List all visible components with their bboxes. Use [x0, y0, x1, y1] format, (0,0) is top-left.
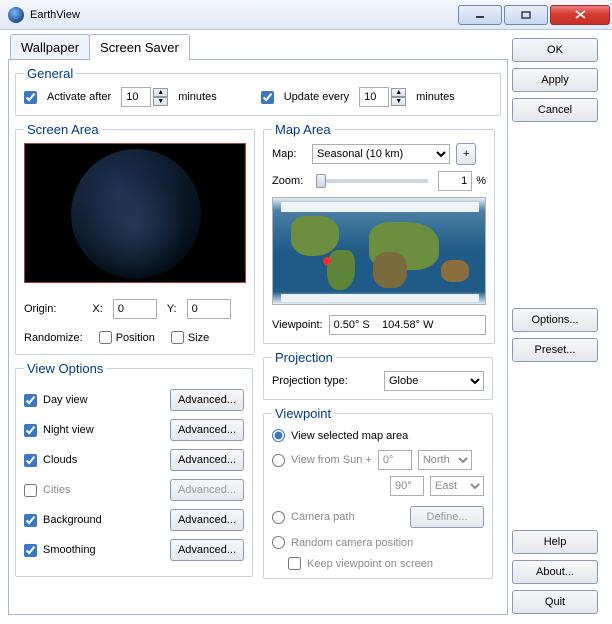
app-icon [8, 7, 24, 23]
projection-type-label: Projection type: [272, 375, 348, 387]
viewoption-label: Background [43, 514, 102, 526]
advanced-button[interactable]: Advanced... [170, 479, 244, 501]
viewpoint-random-radio[interactable] [272, 536, 285, 549]
activate-after-value[interactable] [121, 87, 151, 107]
advanced-button[interactable]: Advanced... [170, 539, 244, 561]
update-every-checkbox[interactable] [261, 91, 274, 104]
randomize-size-label: Size [188, 332, 209, 344]
sun-lat-dir[interactable]: North [418, 450, 472, 470]
randomize-position-label: Position [116, 332, 155, 344]
viewpoint-sun-radio[interactable] [272, 454, 285, 467]
viewoption-label: Smoothing [43, 544, 96, 556]
randomize-position-checkbox[interactable] [99, 331, 112, 344]
screen-area-group: Screen Area Origin: X: Y: [15, 122, 255, 355]
projection-group: Projection Projection type: Globe [263, 350, 493, 400]
viewoption-label: Cities [43, 484, 71, 496]
viewpoint-value[interactable] [329, 315, 486, 335]
zoom-label: Zoom: [272, 175, 306, 187]
define-button[interactable]: Define... [410, 506, 484, 528]
ok-button[interactable]: OK [512, 38, 598, 62]
viewpoint-label: Viewpoint: [272, 319, 323, 331]
viewoption-checkbox[interactable] [24, 484, 37, 497]
about-button[interactable]: About... [512, 560, 598, 584]
activate-after-units: minutes [178, 91, 217, 103]
origin-x-value[interactable] [113, 299, 157, 319]
viewoption-label: Clouds [43, 454, 77, 466]
activate-after-checkbox[interactable] [24, 91, 37, 104]
viewoption-label: Night view [43, 424, 94, 436]
map-label: Map: [272, 148, 306, 160]
viewpoint-sun-label: View from Sun + [291, 454, 372, 466]
update-every-label: Update every [284, 91, 349, 103]
quit-button[interactable]: Quit [512, 590, 598, 614]
map-area-group: Map Area Map: Seasonal (10 km) + Zoom: % [263, 122, 495, 344]
help-button[interactable]: Help [512, 530, 598, 554]
viewpoint-selected-label: View selected map area [291, 430, 408, 442]
earth-globe-graphic [71, 149, 201, 279]
origin-y-label: Y: [167, 303, 177, 315]
viewpoint-selected-radio[interactable] [272, 429, 285, 442]
projection-legend: Projection [272, 350, 336, 365]
spin-up-icon[interactable]: ▲ [153, 88, 168, 97]
zoom-value[interactable] [438, 171, 472, 191]
zoom-slider[interactable] [316, 179, 428, 183]
sun-lon-dir[interactable]: East [430, 476, 484, 496]
viewoption-checkbox[interactable] [24, 424, 37, 437]
viewpoint-marker-icon [323, 257, 331, 265]
viewoption-label: Day view [43, 394, 88, 406]
origin-x-label: X: [92, 303, 102, 315]
viewpoint-group: Viewpoint View selected map area View fr… [263, 406, 493, 579]
spin-down-icon[interactable]: ▼ [391, 97, 406, 106]
close-button[interactable] [550, 5, 610, 25]
spin-down-icon[interactable]: ▼ [153, 97, 168, 106]
activate-after-label: Activate after [47, 91, 111, 103]
viewoption-checkbox[interactable] [24, 514, 37, 527]
world-map[interactable] [272, 197, 486, 305]
preset-button[interactable]: Preset... [512, 338, 598, 362]
apply-button[interactable]: Apply [512, 68, 598, 92]
randomize-label: Randomize: [24, 332, 83, 344]
viewoption-checkbox[interactable] [24, 394, 37, 407]
update-every-units: minutes [416, 91, 455, 103]
options-button[interactable]: Options... [512, 308, 598, 332]
projection-type-select[interactable]: Globe [384, 371, 484, 391]
origin-label: Origin: [24, 303, 56, 315]
update-every-value[interactable] [359, 87, 389, 107]
screen-area-legend: Screen Area [24, 122, 102, 137]
advanced-button[interactable]: Advanced... [170, 389, 244, 411]
zoom-units: % [476, 175, 486, 187]
viewpoint-legend: Viewpoint [272, 406, 334, 421]
screen-area-preview [24, 143, 246, 283]
titlebar: EarthView [0, 0, 612, 30]
sun-lon-value[interactable] [390, 476, 424, 496]
map-select[interactable]: Seasonal (10 km) [312, 144, 450, 164]
view-options-legend: View Options [24, 361, 106, 376]
viewoption-checkbox[interactable] [24, 544, 37, 557]
origin-y-value[interactable] [187, 299, 231, 319]
general-legend: General [24, 66, 76, 81]
maximize-button[interactable] [504, 5, 548, 25]
slider-thumb[interactable] [316, 174, 326, 188]
viewpoint-camera-label: Camera path [291, 511, 355, 523]
viewpoint-random-label: Random camera position [291, 537, 413, 549]
spin-up-icon[interactable]: ▲ [391, 88, 406, 97]
cancel-button[interactable]: Cancel [512, 98, 598, 122]
advanced-button[interactable]: Advanced... [170, 449, 244, 471]
map-area-legend: Map Area [272, 122, 334, 137]
view-options-group: View Options Day view Advanced... Night vi… [15, 361, 253, 577]
sun-lat-value[interactable] [378, 450, 412, 470]
general-group: General Activate after ▲▼ minutes Update… [15, 66, 501, 116]
tab-wallpaper[interactable]: Wallpaper [10, 34, 90, 60]
map-add-button[interactable]: + [456, 143, 476, 165]
minimize-button[interactable] [458, 5, 502, 25]
advanced-button[interactable]: Advanced... [170, 509, 244, 531]
app-title: EarthView [30, 9, 80, 21]
viewoption-checkbox[interactable] [24, 454, 37, 467]
randomize-size-checkbox[interactable] [171, 331, 184, 344]
viewpoint-camera-radio[interactable] [272, 511, 285, 524]
advanced-button[interactable]: Advanced... [170, 419, 244, 441]
keep-viewpoint-label: Keep viewpoint on screen [307, 558, 433, 570]
keep-viewpoint-checkbox[interactable] [288, 557, 301, 570]
tab-screensaver[interactable]: Screen Saver [89, 34, 190, 60]
